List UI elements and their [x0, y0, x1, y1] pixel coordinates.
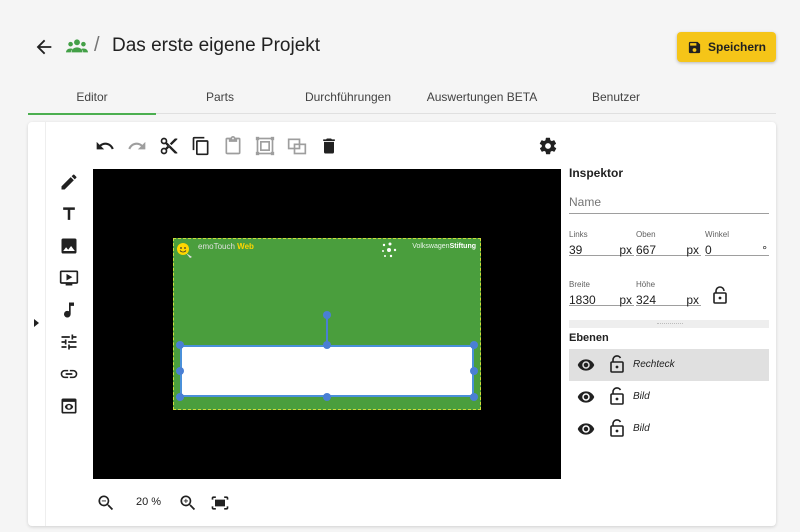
layer-item[interactable]: Rechteck: [569, 349, 769, 381]
zoom-out-icon[interactable]: [96, 493, 116, 513]
editor-panel: emoTouch Web VolkswagenStiftung 20 % Ins…: [28, 122, 776, 526]
layers-title: Ebenen: [569, 332, 609, 344]
breite-label: Breite: [569, 280, 590, 289]
redo-icon[interactable]: [127, 136, 147, 156]
visibility-icon[interactable]: [577, 388, 595, 406]
links-label: Links: [569, 230, 588, 239]
ungroup-objects-icon[interactable]: [287, 136, 307, 156]
winkel-label: Winkel: [705, 230, 730, 239]
video-icon[interactable]: [59, 268, 79, 288]
breadcrumb-separator: /: [94, 34, 100, 56]
volkswagen-stiftung-logo-text: VolkswagenStiftung: [412, 243, 476, 250]
volkswagen-dots-icon: [382, 242, 397, 258]
hoehe-label: Höhe: [636, 280, 656, 289]
inspector-title: Inspektor: [569, 166, 624, 180]
text-icon[interactable]: [59, 204, 79, 224]
oben-value: 667: [636, 243, 657, 257]
collapse-rail[interactable]: [28, 122, 46, 526]
cut-icon[interactable]: [159, 136, 179, 156]
group-icon: [66, 38, 88, 54]
music-icon[interactable]: [59, 300, 79, 320]
breite-unit: px: [619, 293, 632, 307]
tab-editor-label: Editor: [76, 90, 108, 104]
undo-icon[interactable]: [95, 136, 115, 156]
tab-durchfuehrungen-label: Durchführungen: [304, 90, 392, 104]
save-button[interactable]: Speichern: [677, 32, 776, 62]
emotouch-logo-icon: [177, 243, 192, 258]
zoom-level: 20 %: [136, 496, 162, 508]
selected-rectangle[interactable]: [180, 345, 474, 397]
link-icon[interactable]: [59, 364, 79, 384]
oben-field[interactable]: Oben 667 px: [636, 230, 701, 257]
links-value: 39: [569, 243, 583, 257]
visibility-icon[interactable]: [577, 420, 595, 438]
links-field[interactable]: Links 39 px: [569, 230, 634, 257]
layer-item[interactable]: Bild: [569, 381, 769, 413]
breite-field[interactable]: Breite 1830 px: [569, 280, 634, 307]
image-icon[interactable]: [59, 236, 79, 256]
resize-handle-bottom-left[interactable]: [176, 393, 184, 401]
name-input[interactable]: Name: [569, 192, 769, 214]
oben-label: Oben: [636, 230, 656, 239]
settings-icon[interactable]: [538, 136, 558, 156]
page-title: Das erste eigene Projekt: [112, 35, 321, 56]
breite-value: 1830: [569, 293, 596, 307]
layer-name: Rechteck: [633, 359, 675, 370]
sliders-icon[interactable]: [59, 332, 79, 352]
tab-benutzer[interactable]: Benutzer: [552, 80, 680, 114]
tab-editor[interactable]: Editor: [28, 80, 156, 115]
pencil-icon[interactable]: [59, 172, 79, 192]
layer-name: Bild: [633, 391, 650, 402]
resize-handle-bottom-right[interactable]: [470, 393, 478, 401]
paste-icon[interactable]: [223, 136, 243, 156]
app-header: / Das erste eigene Projekt Speichern: [0, 0, 800, 80]
resize-handle-top[interactable]: [323, 341, 331, 349]
delete-icon[interactable]: [319, 136, 339, 156]
layer-item[interactable]: Bild: [569, 413, 769, 445]
save-icon: [688, 41, 701, 53]
preview-icon[interactable]: [59, 396, 79, 416]
tab-benutzer-label: Benutzer: [591, 90, 641, 104]
tab-auswertungen[interactable]: Auswertungen BETA: [418, 80, 546, 114]
hoehe-value: 324: [636, 293, 657, 307]
copy-icon[interactable]: [191, 136, 211, 156]
tab-parts[interactable]: Parts: [156, 80, 284, 114]
hoehe-field[interactable]: Höhe 324 px: [636, 280, 701, 307]
visibility-icon[interactable]: [577, 356, 595, 374]
emotouch-logo-text: emoTouch Web: [198, 242, 254, 251]
resize-handle-right[interactable]: [470, 367, 478, 375]
resize-handle-top-left[interactable]: [176, 341, 184, 349]
winkel-unit: °: [762, 243, 767, 257]
oben-unit: px: [686, 243, 699, 257]
panel-resize-handle[interactable]: [569, 320, 769, 328]
expand-arrow-icon[interactable]: [34, 319, 39, 327]
winkel-field[interactable]: Winkel 0 °: [705, 230, 769, 257]
tab-bar: Editor Parts Durchführungen Auswertungen…: [28, 80, 776, 115]
save-button-label: Speichern: [707, 40, 767, 54]
group-objects-icon[interactable]: [255, 136, 275, 156]
links-unit: px: [619, 243, 632, 257]
layer-name: Bild: [633, 423, 650, 434]
resize-handle-left[interactable]: [176, 367, 184, 375]
resize-handle-bottom[interactable]: [323, 393, 331, 401]
aspect-lock-icon[interactable]: [712, 286, 728, 304]
rotation-handle[interactable]: [323, 311, 331, 319]
lock-open-icon[interactable]: [609, 419, 625, 437]
winkel-value: 0: [705, 243, 712, 257]
tab-auswertungen-label: Auswertungen BETA: [426, 90, 538, 104]
tab-durchfuehrungen[interactable]: Durchführungen: [284, 80, 412, 114]
editor-canvas[interactable]: emoTouch Web VolkswagenStiftung: [93, 169, 561, 479]
lock-open-icon[interactable]: [609, 387, 625, 405]
resize-handle-top-right[interactable]: [470, 341, 478, 349]
fit-screen-icon[interactable]: [210, 493, 230, 513]
zoom-in-icon[interactable]: [178, 493, 198, 513]
hoehe-unit: px: [686, 293, 699, 307]
back-arrow-icon[interactable]: [33, 36, 55, 58]
lock-open-icon[interactable]: [609, 355, 625, 373]
tab-parts-label: Parts: [205, 90, 234, 104]
zoom-controls: 20 %: [96, 492, 246, 516]
